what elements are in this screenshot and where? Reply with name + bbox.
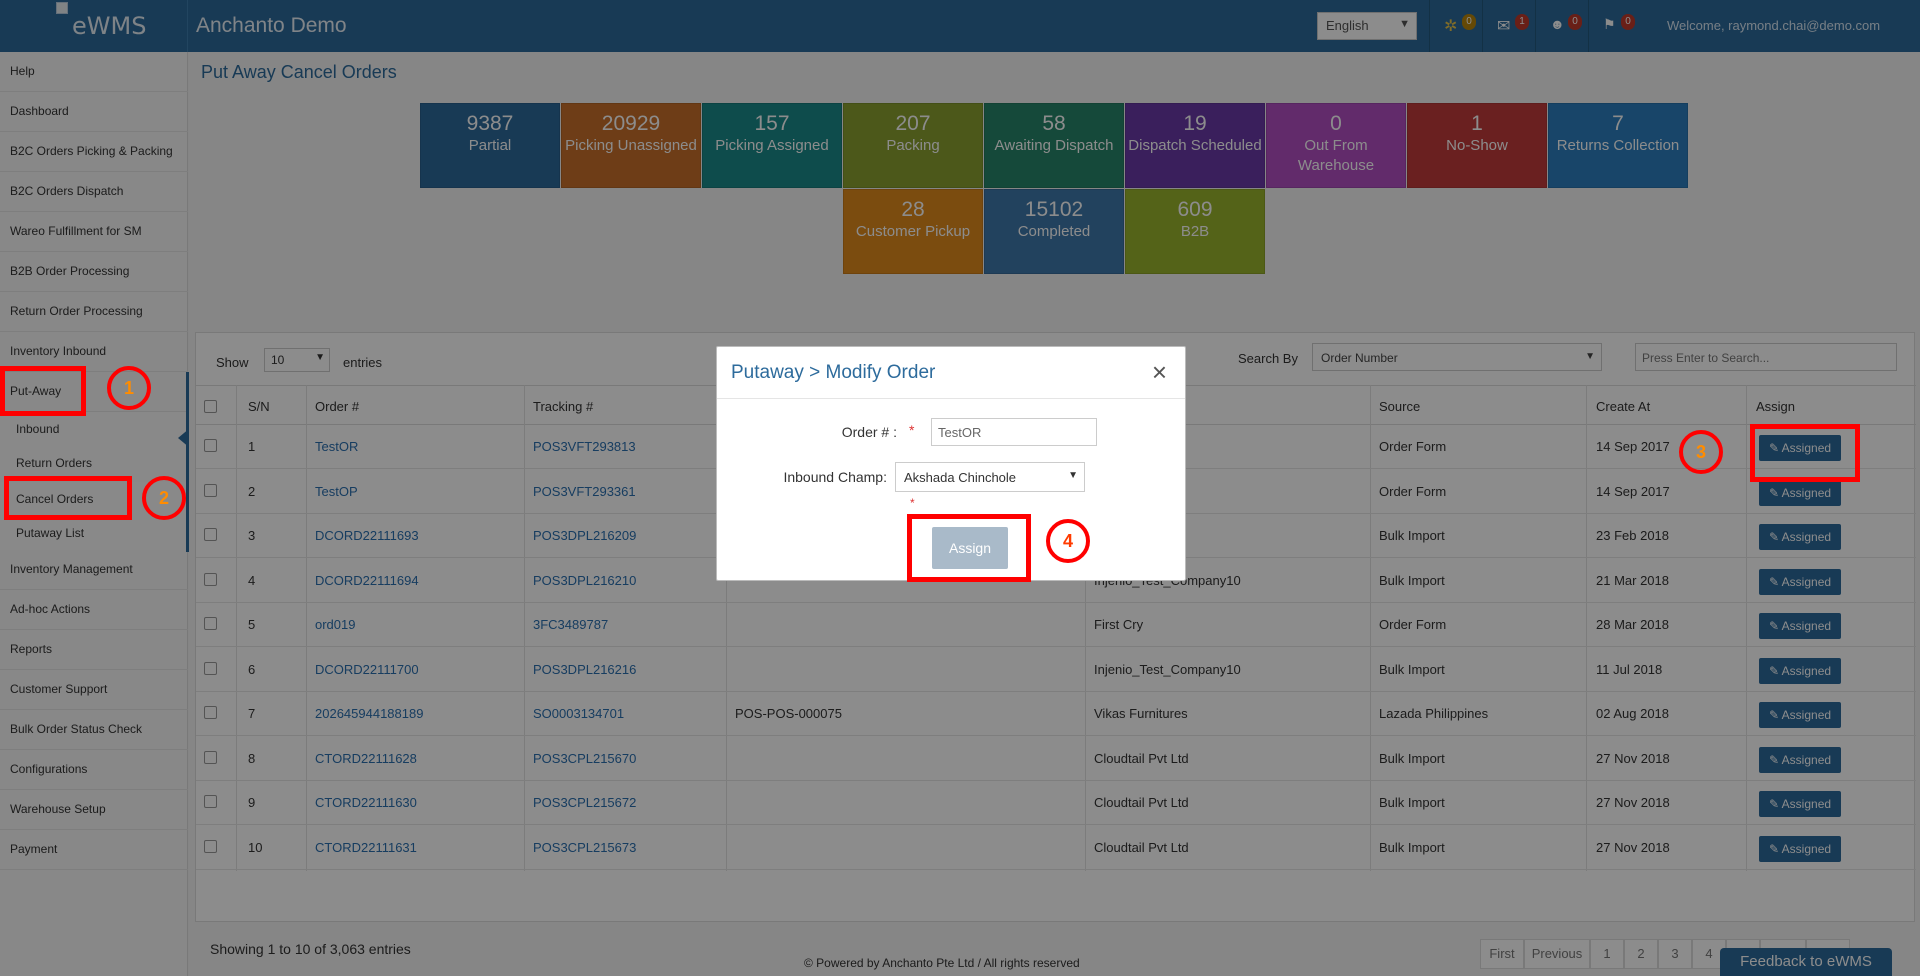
annotation-box-assigned: [1750, 424, 1860, 482]
order-number-label: Order # :: [841, 424, 897, 440]
annotation-step-1: 1: [107, 366, 151, 410]
chevron-down-icon: ▼: [1068, 470, 1078, 481]
close-icon[interactable]: ×: [1152, 357, 1167, 388]
annotation-step-4: 4: [1046, 519, 1090, 563]
inbound-champ-value: Akshada Chinchole: [904, 470, 1017, 485]
required-marker: *: [909, 422, 915, 438]
required-marker: *: [910, 496, 915, 510]
modal-title: Putaway > Modify Order: [731, 362, 936, 383]
inbound-champ-select[interactable]: Akshada Chinchole ▼: [895, 462, 1085, 492]
annotation-step-3: 3: [1679, 430, 1723, 474]
modal-header: Putaway > Modify Order ×: [717, 347, 1185, 399]
order-number-field[interactable]: TestOR: [931, 418, 1097, 446]
annotation-step-2: 2: [142, 476, 186, 520]
annotation-box-cancel-orders: [4, 476, 132, 520]
annotation-box-put-away: [0, 366, 86, 416]
annotation-box-assign-button: [907, 514, 1031, 582]
inbound-champ-label: Inbound Champ:: [783, 469, 887, 485]
